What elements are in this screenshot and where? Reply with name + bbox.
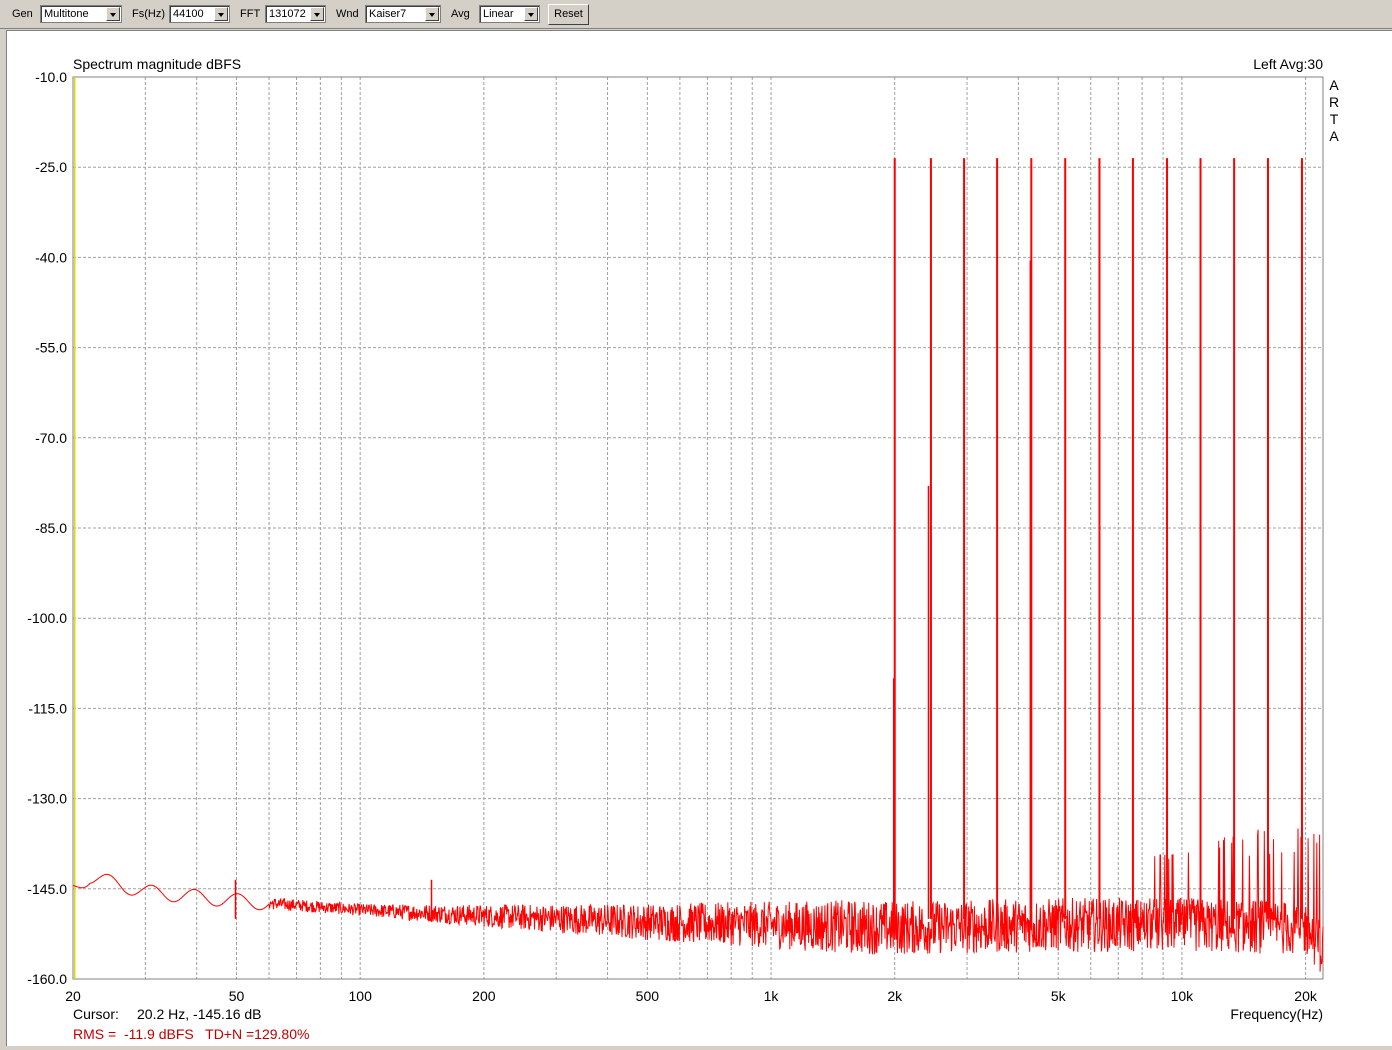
x-tick-label: 500	[636, 988, 660, 1004]
channel-info: Left Avg:30	[1253, 56, 1323, 72]
fft-select-value: 131072	[269, 8, 306, 20]
noise-floor-trace	[72, 828, 1324, 972]
y-tick-label: -100.0	[27, 610, 67, 626]
toolbar: Gen Multitone Fs(Hz) 44100 FFT 131072 Wn…	[0, 0, 1392, 29]
brand-letter: T	[1330, 111, 1339, 127]
y-tick-label: -55.0	[35, 340, 67, 356]
x-tick-label: 2k	[887, 988, 903, 1004]
fft-label: FFT	[240, 8, 261, 20]
y-tick-label: -70.0	[35, 430, 67, 446]
y-tick-label: -160.0	[27, 971, 67, 987]
chart-title: Spectrum magnitude dBFS	[73, 56, 241, 72]
gen-label: Gen	[12, 8, 33, 20]
brand-letter: R	[1329, 94, 1339, 110]
x-axis-label: Frequency(Hz)	[1230, 1006, 1323, 1022]
y-tick-label: -10.0	[35, 69, 67, 85]
cursor-label: Cursor:	[73, 1006, 119, 1022]
x-tick-label: 10k	[1171, 988, 1195, 1004]
rms-readout: RMS = -11.9 dBFS TD+N =129.80%	[73, 1026, 309, 1042]
brand-letter: A	[1329, 128, 1339, 144]
y-tick-label: -115.0	[28, 700, 67, 716]
chevron-down-icon[interactable]	[425, 7, 439, 21]
wnd-select[interactable]: Kaiser7	[365, 5, 441, 23]
wnd-select-value: Kaiser7	[369, 8, 407, 20]
x-tick-label: 5k	[1051, 988, 1067, 1004]
y-tick-label: -130.0	[27, 791, 67, 807]
x-tick-labels: 20 50 100 200 500 1k 2k 5k 10k 20k	[65, 988, 1318, 1004]
brand-letter: A	[1329, 77, 1339, 93]
avg-select-value: Linear	[483, 8, 514, 20]
plot-frame: -10.0 -25.0 -40.0 -55.0 -70.0 -85.0 -100.0 -115…	[6, 30, 1392, 1046]
gen-select-value: Multitone	[44, 8, 89, 20]
fs-select[interactable]: 44100	[169, 5, 230, 23]
y-tick-label: -85.0	[35, 520, 67, 536]
avg-select[interactable]: Linear	[479, 5, 540, 23]
x-tick-label: 50	[229, 988, 245, 1004]
x-tick-label: 20k	[1294, 988, 1318, 1004]
side-peaks	[234, 260, 1032, 919]
wnd-label: Wnd	[336, 8, 359, 20]
tone-lines	[893, 158, 1303, 919]
cursor-readout: 20.2 Hz, -145.16 dB	[137, 1006, 262, 1022]
x-tick-label: 100	[349, 988, 373, 1004]
chevron-down-icon[interactable]	[214, 7, 228, 21]
grid	[72, 76, 1324, 980]
spectrum-chart[interactable]: -10.0 -25.0 -40.0 -55.0 -70.0 -85.0 -100.0 -115…	[7, 31, 1391, 1045]
x-tick-label: 1k	[764, 988, 780, 1004]
fft-select[interactable]: 131072	[265, 5, 326, 23]
fs-label: Fs(Hz)	[132, 8, 165, 20]
gen-select[interactable]: Multitone	[40, 5, 122, 23]
avg-label: Avg	[451, 8, 470, 20]
reset-button[interactable]: Reset	[548, 4, 589, 25]
x-tick-label: 200	[472, 988, 496, 1004]
chevron-down-icon[interactable]	[524, 7, 538, 21]
y-tick-labels: -10.0 -25.0 -40.0 -55.0 -70.0 -85.0 -100.0 -115…	[27, 69, 67, 987]
y-tick-label: -40.0	[35, 249, 67, 265]
fs-select-value: 44100	[173, 8, 204, 20]
chevron-down-icon[interactable]	[310, 7, 324, 21]
y-tick-label: -25.0	[35, 159, 67, 175]
chevron-down-icon[interactable]	[106, 7, 120, 21]
x-tick-label: 20	[65, 988, 81, 1004]
y-tick-label: -145.0	[27, 881, 67, 897]
arta-brand: ARTA	[1329, 77, 1339, 144]
